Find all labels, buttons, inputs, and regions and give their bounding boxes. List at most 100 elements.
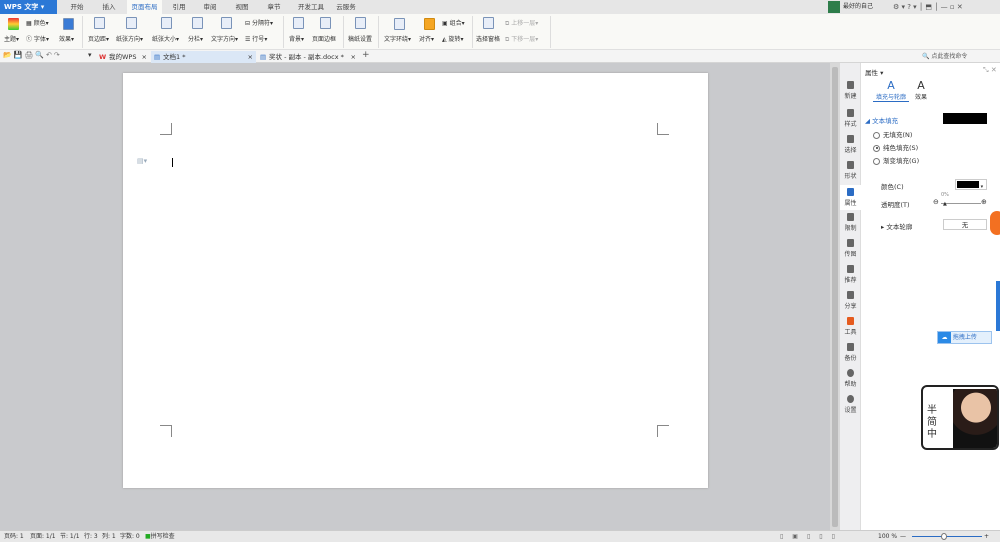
- margins-button[interactable]: 页边距▾: [88, 34, 109, 43]
- tab-home[interactable]: 开始: [62, 0, 92, 14]
- sidebar-item-share[interactable]: 分享: [840, 291, 861, 310]
- status-words[interactable]: 字数: 0: [120, 531, 140, 542]
- sidebar-item-tools[interactable]: 工具: [840, 317, 861, 336]
- share-icon: [847, 291, 854, 299]
- tab-cloud[interactable]: 云服务: [332, 0, 360, 14]
- text-direction-icon: [221, 17, 232, 29]
- color-button[interactable]: ▦ 颜色▾: [26, 18, 49, 27]
- manuscript-icon: [355, 17, 366, 29]
- sidebar-item-recommend[interactable]: 推荐: [840, 265, 861, 284]
- vertical-scrollbar[interactable]: [830, 63, 840, 530]
- command-search[interactable]: 🔍 点此查找命令: [922, 51, 967, 60]
- paragraph-icon[interactable]: ▤▾: [137, 157, 147, 165]
- status-page-num: 页码: 1: [4, 533, 24, 540]
- view-mode-buttons[interactable]: ▯▣▯▯▯: [780, 531, 844, 542]
- zoom-out-button[interactable]: —: [900, 531, 906, 542]
- floating-orange-button[interactable]: [990, 211, 1000, 235]
- align-button[interactable]: 对齐▾: [419, 34, 434, 43]
- doc-tab-my-wps[interactable]: W 我的WPS ×: [97, 51, 150, 63]
- drag-upload-button[interactable]: ☁ 拖拽上传: [937, 331, 992, 344]
- tab-list-dropdown[interactable]: ▾: [88, 51, 92, 59]
- sidebar-item-style[interactable]: 样式: [840, 109, 861, 128]
- text-cursor: [172, 158, 173, 167]
- text-direction-button[interactable]: 文字方向▾: [211, 34, 238, 43]
- text-effect-icon: A: [917, 79, 925, 92]
- theme-icon: [8, 18, 19, 30]
- avatar[interactable]: [828, 1, 840, 13]
- user-name[interactable]: 最好的自己: [843, 0, 873, 14]
- font-button[interactable]: ⓣ 字体▾: [26, 34, 49, 43]
- manuscript-button[interactable]: 稿纸设置: [348, 34, 372, 43]
- selection-pane-button[interactable]: 选择窗格: [476, 34, 500, 43]
- columns-button[interactable]: 分栏▾: [188, 34, 203, 43]
- size-button[interactable]: 纸张大小▾: [152, 34, 179, 43]
- scroll-thumb[interactable]: [832, 67, 838, 527]
- orientation-button[interactable]: 纸张方向▾: [116, 34, 143, 43]
- transparency-label: 透明度(T): [881, 201, 910, 209]
- sidebar-item-upload-image[interactable]: 传图: [840, 239, 861, 258]
- tab-review[interactable]: 审阅: [196, 0, 224, 14]
- bring-forward-button[interactable]: ⧉ 上移一层▾: [505, 18, 538, 28]
- tab-insert[interactable]: 插入: [94, 0, 124, 14]
- margin-corner: [657, 123, 669, 135]
- fill-color-swatch[interactable]: [943, 113, 987, 124]
- tab-developer[interactable]: 开发工具: [292, 0, 330, 14]
- sidebar-items: 新建 样式 选择 形状 属性 限制 传图 推荐 分享 工具 备份 帮助 设置: [840, 63, 861, 530]
- quick-access-tab-bar: 📂💾🖨🔍↶↷ ▾ W 我的WPS × ▤ 文档1 * × ▤ 奖状 - 副本 - 副本.d…: [0, 50, 1000, 63]
- sidebar-item-new[interactable]: 新建: [840, 81, 861, 100]
- side-handle[interactable]: [996, 281, 1000, 331]
- solid-fill-radio[interactable]: 纯色填充(S): [873, 142, 918, 152]
- color-label: 颜色(C): [881, 183, 904, 191]
- app-name: WPS 文字: [4, 3, 39, 11]
- document-page[interactable]: ▤▾: [123, 73, 708, 488]
- page-border-button[interactable]: 页面边框: [312, 34, 336, 43]
- transparency-slider[interactable]: ⊖ 0% ▲ ⊕: [933, 192, 989, 208]
- sidebar-item-shape[interactable]: 形状: [840, 161, 861, 180]
- background-button[interactable]: 背景▾: [289, 34, 304, 43]
- tab-effect[interactable]: A 效果: [911, 79, 931, 101]
- ribbon: 主题▾ ▦ 颜色▾ ⓣ 字体▾ 效果▾ 页边距▾ 纸张方向▾ 纸张大小▾ 分栏▾…: [0, 14, 1000, 50]
- quick-access-toolbar[interactable]: 📂💾🖨🔍↶↷: [3, 51, 62, 59]
- panel-title[interactable]: 属性 ▾: [865, 67, 883, 77]
- sidebar-item-settings[interactable]: 设置: [840, 395, 861, 414]
- zoom-slider-thumb[interactable]: [941, 533, 947, 540]
- rotate-button[interactable]: ◭ 旋转▾: [442, 34, 464, 43]
- wps-menu-button[interactable]: WPS 文字 ▾: [0, 0, 57, 14]
- doc-tab-document1[interactable]: ▤ 文档1 * ×: [151, 51, 256, 63]
- sidebar-item-backup[interactable]: 备份: [840, 343, 861, 362]
- tab-chapter[interactable]: 章节: [260, 0, 288, 14]
- tab-references[interactable]: 引用: [165, 0, 193, 14]
- sidebar-item-restrict[interactable]: 限制: [840, 213, 861, 232]
- outline-value[interactable]: 无: [943, 219, 987, 230]
- sidebar-item-help[interactable]: 帮助: [840, 369, 861, 388]
- text-fill-section[interactable]: ◢ 文本填充: [865, 115, 898, 125]
- no-fill-radio[interactable]: 无填充(N): [873, 129, 912, 139]
- zoom-in-button[interactable]: +: [984, 531, 989, 542]
- doc-tab-certificate[interactable]: ▤ 奖状 - 副本 - 副本.docx * ×: [257, 51, 359, 63]
- breaks-button[interactable]: ⊟ 分隔符▾: [245, 18, 273, 27]
- color-picker[interactable]: ▾: [955, 179, 987, 190]
- group-button[interactable]: ▣ 组合▾: [442, 18, 465, 27]
- sidebar-item-select[interactable]: 选择: [840, 135, 861, 154]
- background-icon: [293, 17, 304, 29]
- bulb-icon: [847, 265, 854, 273]
- new-tab-button[interactable]: +: [362, 50, 370, 60]
- gear-icon: [847, 395, 854, 403]
- tab-view[interactable]: 视图: [228, 0, 256, 14]
- panel-close-icon[interactable]: ⤡ ✕: [983, 66, 997, 75]
- line-numbers-button[interactable]: ☰ 行号▾: [245, 34, 267, 43]
- effect-icon: [63, 18, 74, 30]
- send-backward-button[interactable]: ⧉ 下移一层▾: [505, 34, 538, 44]
- text-outline-section[interactable]: ▸ 文本轮廓: [881, 221, 912, 231]
- effect-button[interactable]: 效果▾: [59, 34, 74, 43]
- zoom-level[interactable]: 100 %: [878, 531, 897, 542]
- tab-fill-outline[interactable]: A 填充与轮廓: [873, 79, 909, 102]
- zoom-slider[interactable]: [912, 536, 982, 537]
- sidebar-item-properties[interactable]: 属性: [840, 185, 861, 210]
- tab-page-layout[interactable]: 页面布局: [127, 0, 162, 14]
- theme-button[interactable]: 主题▾: [4, 34, 19, 43]
- wrap-text-button[interactable]: 文字环绕▾: [384, 34, 411, 43]
- spell-check[interactable]: ■拼写检查: [145, 531, 175, 542]
- margin-corner: [160, 425, 172, 437]
- gradient-fill-radio[interactable]: 渐变填充(G): [873, 155, 919, 165]
